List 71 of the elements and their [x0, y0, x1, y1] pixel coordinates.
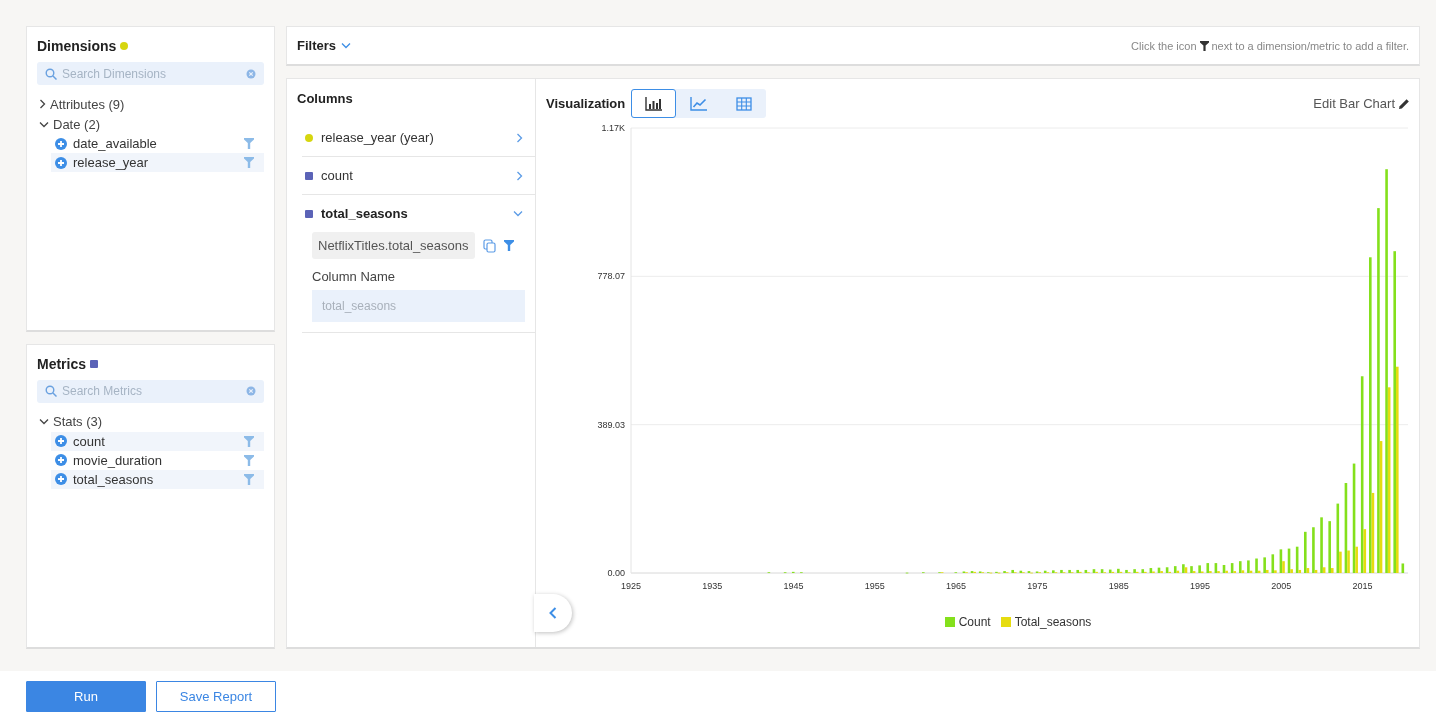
filters-toggle[interactable]: Filters: [297, 38, 351, 53]
column-name-field[interactable]: total_seasons: [312, 290, 525, 322]
tree-item[interactable]: date_available: [51, 134, 264, 153]
copy-icon[interactable]: [482, 238, 496, 253]
filter-icon: [1199, 40, 1209, 51]
chevron-down-icon[interactable]: [39, 120, 49, 128]
plus-circle-icon[interactable]: [55, 156, 67, 169]
search-field[interactable]: Search Dimensions: [37, 62, 264, 85]
hint-text: next to a dimension/metric to add a filter.: [1211, 39, 1409, 52]
chevron-down-icon[interactable]: [341, 42, 351, 49]
bar: [1401, 563, 1405, 573]
table-icon: [735, 96, 752, 111]
y-tick-label: 0.00: [607, 568, 625, 578]
legend-label: Total_seasons: [1014, 615, 1092, 629]
x-tick-label: 1925: [621, 581, 641, 591]
source-field-chip: NetflixTitles.total_seasons: [312, 232, 475, 259]
bar-chart-tab[interactable]: [631, 89, 677, 118]
x-tick-label: 1945: [783, 581, 804, 591]
save-report-button[interactable]: Save Report: [156, 680, 276, 712]
x-tick-label: 1985: [1108, 581, 1129, 591]
plus-circle-icon[interactable]: [55, 137, 67, 150]
x-tick-label: 1995: [1189, 581, 1210, 591]
x-tick-label: 1965: [946, 581, 967, 591]
panel-title: Dimensions: [37, 38, 117, 54]
clear-icon[interactable]: [246, 386, 256, 396]
tree-item[interactable]: total_seasons: [51, 469, 264, 489]
x-tick-label: 1975: [1027, 581, 1048, 591]
legend-label: Count: [958, 615, 991, 629]
x-tick-label: 2005: [1271, 581, 1292, 591]
search-icon: [45, 385, 57, 397]
search-icon: [45, 67, 57, 80]
collapse-button[interactable]: [534, 594, 572, 632]
x-tick-label: 1935: [702, 581, 723, 591]
visualization-title: Visualization: [546, 96, 626, 111]
columns-title: Columns: [296, 91, 354, 106]
clear-icon[interactable]: [246, 68, 256, 79]
field-label: Column Name: [312, 269, 397, 284]
line-chart-icon: [689, 96, 708, 111]
chevron-down-icon[interactable]: [39, 418, 49, 425]
tree-item[interactable]: movie_duration: [51, 450, 264, 470]
panel-title: Metrics: [37, 355, 87, 372]
y-tick-label: 1.17K: [601, 123, 625, 133]
column-row[interactable]: total_seasons: [302, 195, 535, 232]
pencil-icon[interactable]: [1398, 97, 1410, 110]
chevron-left-icon: [549, 607, 557, 619]
filter-icon[interactable]: [244, 157, 254, 168]
plus-circle-icon[interactable]: [55, 473, 67, 485]
filter-icon[interactable]: [244, 138, 254, 149]
chevron-right-icon[interactable]: [39, 99, 46, 109]
x-tick-label: 1955: [864, 581, 885, 591]
tree-group[interactable]: Attributes (9): [37, 94, 125, 114]
filter-icon[interactable]: [244, 435, 254, 447]
hint-text: Click the icon: [1131, 39, 1197, 52]
column-row[interactable]: count: [302, 157, 535, 194]
filter-icon[interactable]: [503, 240, 514, 251]
column-row[interactable]: release_year (year): [302, 119, 535, 156]
search-field[interactable]: Search Metrics: [37, 379, 264, 403]
tree-item[interactable]: count: [51, 431, 264, 451]
y-tick-label: 389.03: [597, 419, 625, 430]
x-tick-label: 2015: [1352, 581, 1373, 591]
edit-chart-link[interactable]: Edit Bar Chart: [1313, 96, 1410, 111]
filter-icon[interactable]: [244, 454, 254, 466]
plus-circle-icon[interactable]: [55, 454, 67, 466]
run-button[interactable]: Run: [26, 680, 146, 712]
filter-icon[interactable]: [244, 473, 254, 485]
tree-item[interactable]: release_year: [51, 153, 264, 172]
bar-chart-icon: [644, 96, 663, 111]
tree-group[interactable]: Stats (3): [37, 411, 103, 432]
plus-circle-icon[interactable]: [55, 435, 67, 447]
tree-group[interactable]: Date (2): [37, 114, 100, 134]
y-tick-label: 778.07: [597, 271, 625, 282]
